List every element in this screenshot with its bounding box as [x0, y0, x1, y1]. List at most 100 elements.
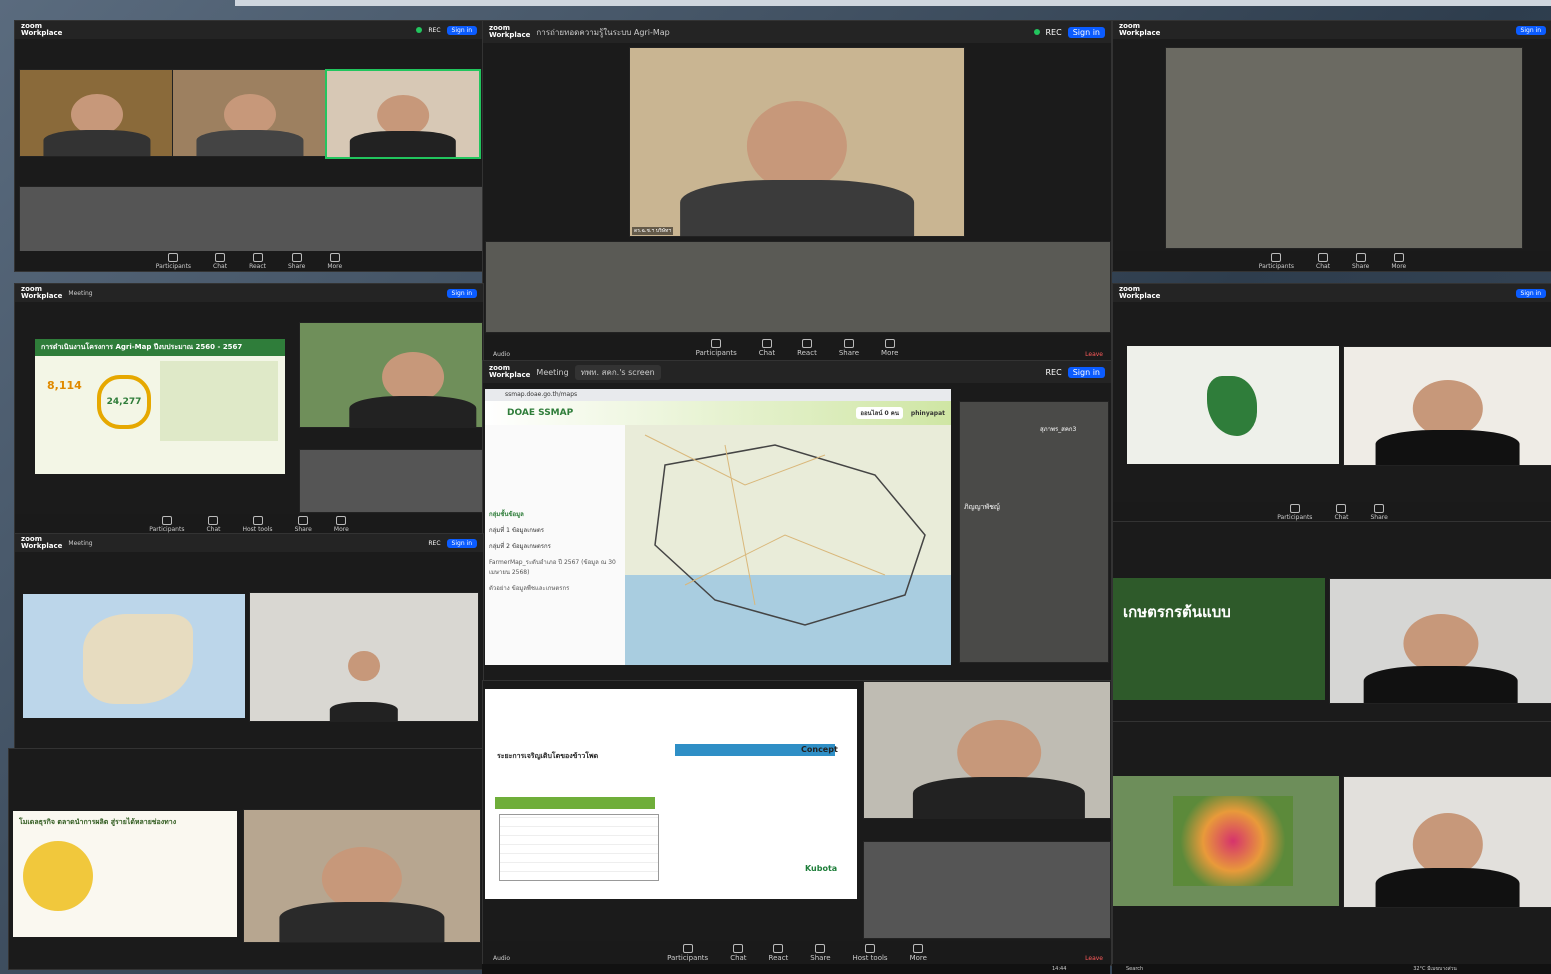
infographic-title: การดำเนินงานโครงการ Agri-Map ปีงบประมาณ …	[35, 339, 285, 356]
layer-item[interactable]: FarmerMap_ระดับอำเภอ ปี 2567 (ข้อมูล ณ 3…	[489, 557, 621, 577]
taskbar-search[interactable]: Search	[1126, 966, 1143, 972]
gallery-grid	[1165, 47, 1523, 249]
meeting-toolbar: Audio Participants Chat React Share Host…	[483, 941, 1111, 965]
shared-slide-corn: ระยะการเจริญเติบโตของข้าวโพด Concept Kub…	[485, 689, 857, 899]
doae-logo: DOAE SSMAP	[507, 408, 574, 418]
layer-section-title: กลุ่มชั้นข้อมูล	[489, 511, 524, 518]
speaker-name: ดร.ฉ.ช.ฯ บริษัทฯ	[632, 227, 674, 235]
more-button[interactable]: More	[327, 252, 342, 270]
video-tile	[1343, 346, 1551, 466]
meeting-toolbar: Audio Participants Chat React Share More…	[483, 335, 1111, 361]
browser-address-bar[interactable]: ssmap.doae.go.th/maps	[485, 389, 951, 401]
title-bar: zoom Workplace REC Sign in	[15, 21, 483, 39]
video-tile	[172, 69, 327, 157]
zoom-logo: zoom Workplace	[21, 535, 63, 550]
meeting-toolbar: Participants Chat Host tools Share More	[15, 514, 483, 534]
shared-slide-model-farmer: เกษตรกรต้นแบบ	[1113, 578, 1325, 700]
meeting-label: Meeting	[536, 367, 569, 377]
zoom-window-center-top: zoom Workplace การถ่ายทอดความรู้ในระบบ Ag…	[482, 20, 1112, 362]
leave-button[interactable]: Leave	[1085, 955, 1103, 962]
chat-button[interactable]: Chat	[759, 339, 775, 357]
stat-value: 8,114	[47, 379, 82, 392]
host-tools-button[interactable]: Host tools	[243, 515, 273, 533]
audio-button[interactable]: Audio	[493, 351, 510, 358]
ssmap-header: DOAE SSMAP ออนไลน์ 0 คน phinyapat	[485, 401, 951, 425]
shared-screen-tab[interactable]: ทพท. สคก.'s screen	[574, 364, 661, 380]
share-button[interactable]: Share	[1370, 503, 1388, 521]
map-canvas[interactable]	[625, 425, 951, 665]
meeting-title: การถ่ายทอดความรู้ในระบบ Agri-Map	[536, 27, 670, 37]
layer-group-2[interactable]: กลุ่มที่ 2 ข้อมูลเกษตรกร	[489, 541, 621, 551]
windows-taskbar: Search 32°C มีเมฆบางส่วน	[1112, 964, 1551, 974]
shared-browser: ssmap.doae.go.th/maps DOAE SSMAP ออนไลน์…	[485, 389, 951, 665]
zoom-window-left-top: zoom Workplace REC Sign in Participants C…	[14, 20, 484, 272]
sign-in-button[interactable]: Sign in	[446, 538, 477, 548]
participants-button[interactable]: Participants	[696, 339, 737, 357]
taskbar-clock: 14:44	[1052, 966, 1067, 972]
participants-button[interactable]: Participants	[1259, 252, 1294, 270]
gallery-column: สุภาพร_สคก3 ภิญญาพัชญ์	[959, 401, 1109, 663]
user-menu[interactable]: phinyapat	[911, 410, 945, 417]
corn-growth-figure	[495, 769, 655, 809]
rec-indicator: REC	[1045, 27, 1062, 37]
sign-in-button[interactable]: Sign in	[1067, 366, 1105, 378]
zoom-logo: zoom Workplace	[489, 24, 531, 39]
layer-group-1[interactable]: กลุ่มที่ 1 ข้อมูลเกษตร	[489, 525, 621, 535]
leave-button[interactable]: Leave	[1085, 351, 1103, 358]
share-button[interactable]: Share	[839, 339, 859, 357]
zoom-window-right-mid-b: เกษตรกรต้นแบบ	[1112, 521, 1551, 723]
more-button[interactable]: More	[334, 515, 349, 533]
more-button[interactable]: More	[881, 339, 898, 357]
province-boundary	[625, 434, 951, 665]
meeting-label: Meeting	[68, 539, 93, 547]
shared-heatmap	[1113, 776, 1339, 906]
zoom-window-right-mid-a: zoom Workplace Sign in Participants Chat …	[1112, 283, 1551, 523]
sign-in-button[interactable]: Sign in	[446, 288, 477, 298]
layer-panel: กลุ่มชั้นข้อมูล กลุ่มที่ 1 ข้อมูลเกษตร ก…	[485, 425, 625, 665]
participants-button[interactable]: Participants	[667, 944, 708, 962]
meeting-toolbar: Participants Chat React Share More	[15, 251, 483, 271]
zoom-window-left-mid: zoom Workplace Meeting Sign in การดำเนินง…	[14, 283, 484, 535]
chat-button[interactable]: Chat	[206, 515, 221, 533]
rec-indicator: REC	[1045, 367, 1062, 377]
speaker-video-tile: ดร.ฉ.ช.ฯ บริษัทฯ	[629, 47, 965, 237]
shared-infographic: การดำเนินงานโครงการ Agri-Map ปีงบประมาณ …	[35, 339, 285, 474]
participants-button[interactable]: Participants	[149, 515, 184, 533]
participants-button[interactable]: Participants	[1277, 503, 1312, 521]
host-tools-button[interactable]: Host tools	[853, 944, 888, 962]
react-button[interactable]: React	[249, 252, 266, 270]
online-count: ออนไลน์ 0 คน	[856, 407, 903, 419]
sign-in-button[interactable]: Sign in	[1067, 26, 1105, 38]
participants-button[interactable]: Participants	[156, 252, 191, 270]
more-button[interactable]: More	[910, 944, 927, 962]
chat-button[interactable]: Chat	[1334, 503, 1348, 521]
chat-button[interactable]: Chat	[730, 944, 747, 962]
meeting-label: Meeting	[68, 289, 93, 297]
zoom-logo: zoom Workplace	[21, 22, 63, 37]
react-button[interactable]: React	[797, 339, 817, 357]
gallery-strip	[299, 449, 483, 513]
stat-value: 24,277	[97, 375, 151, 429]
chat-button[interactable]: Chat	[1316, 252, 1330, 270]
gallery-strip	[19, 186, 483, 254]
share-button[interactable]: Share	[1352, 252, 1369, 270]
windows-taskbar: 14:44	[482, 964, 1110, 974]
share-button[interactable]: Share	[288, 252, 305, 270]
slide-title: เกษตรกรต้นแบบ	[1123, 603, 1231, 621]
react-button[interactable]: React	[769, 944, 788, 962]
share-button[interactable]: Share	[810, 944, 831, 962]
zoom-window-right-top: zoom Workplace Sign in Participants Chat …	[1112, 20, 1551, 272]
audio-button[interactable]: Audio	[493, 955, 510, 962]
chat-button[interactable]: Chat	[213, 252, 227, 270]
more-button[interactable]: More	[1391, 252, 1406, 270]
sign-in-button[interactable]: Sign in	[1515, 288, 1546, 298]
video-tile	[249, 592, 479, 722]
sign-in-button[interactable]: Sign in	[446, 25, 477, 35]
rec-indicator: REC	[428, 539, 441, 547]
title-bar: zoom Workplace Sign in	[1113, 21, 1551, 39]
share-button[interactable]: Share	[295, 515, 312, 533]
title-bar: zoom Workplace การถ่ายทอดความรู้ในระบบ Ag…	[483, 21, 1111, 43]
shared-slide-business-model: โมเดลธุรกิจ ตลาดนำการผลิต สู่รายได้หลายช…	[13, 811, 237, 937]
layer-item[interactable]: ตัวอย่าง ข้อมูลพืชและเกษตรกร	[489, 583, 621, 593]
sign-in-button[interactable]: Sign in	[1515, 25, 1546, 35]
